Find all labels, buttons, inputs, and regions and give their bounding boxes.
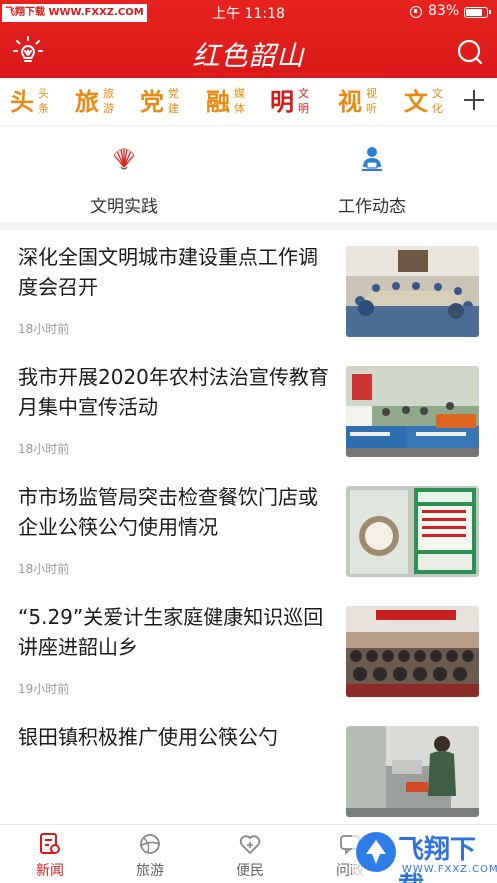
channel-tab-label: 文化	[432, 87, 443, 115]
channel-tab-label: 旅游	[103, 87, 114, 115]
channel-tab-glyph: 旅	[75, 87, 99, 116]
channel-tab-glyph: 明	[270, 87, 294, 116]
channel-tabs: 头头条旅旅游党党建融媒体明文明视视听文文化	[0, 78, 497, 126]
add-channel-icon[interactable]	[463, 89, 485, 111]
news-thumbnail	[346, 366, 479, 457]
globe-icon	[139, 834, 161, 854]
channel-tab-glyph: 融	[206, 87, 230, 116]
news-thumbnail	[346, 726, 479, 817]
channel-tab-glyph: 头	[10, 87, 34, 116]
nav-label: 旅游	[136, 863, 164, 879]
fan-logo-icon	[113, 148, 135, 170]
channel-tab[interactable]: 视视听	[338, 85, 384, 119]
channel-tab[interactable]: 旅旅游	[75, 85, 121, 119]
news-time: 18小时前	[18, 442, 70, 456]
news-thumbnail	[346, 246, 479, 337]
quick-entries: 文明实践 工作动态	[0, 126, 497, 230]
search-icon[interactable]	[457, 39, 483, 65]
channel-tab[interactable]: 融媒体	[206, 85, 252, 119]
heart-plus-icon	[239, 835, 261, 855]
quick-label: 工作动态	[338, 197, 406, 217]
watermark-logo-icon	[356, 832, 396, 872]
news-title: 深化全国文明城市建设重点工作调度会召开	[18, 245, 318, 299]
quick-label: 文明实践	[90, 197, 158, 217]
battery-icon	[464, 7, 491, 18]
news-item[interactable]: “5.29”关爱计生家庭健康知识巡回讲座进韶山乡 19小时前	[0, 592, 497, 712]
quick-item-work-updates[interactable]: 工作动态	[248, 126, 496, 222]
channel-tab-label: 党建	[168, 87, 179, 115]
news-title: “5.29”关爱计生家庭健康知识巡回讲座进韶山乡	[18, 605, 324, 659]
news-thumbnail	[346, 606, 479, 697]
quick-item-civilization-practice[interactable]: 文明实践	[0, 126, 248, 222]
channel-tab-label: 媒体	[234, 87, 245, 115]
nav-travel[interactable]: 旅游	[100, 825, 200, 883]
header: 飞翔下载 WWW.FXXZ.COM 上午 11:18 83% 红色韶山	[0, 0, 497, 78]
news-item[interactable]: 我市开展2020年农村法治宣传教育月集中宣传活动 18小时前	[0, 352, 497, 472]
channel-tab-label: 头条	[38, 87, 49, 115]
status-time: 上午 11:18	[212, 6, 285, 22]
person-desk-icon	[362, 147, 382, 171]
channel-tab-glyph: 视	[338, 87, 362, 116]
channel-tab[interactable]: 党党建	[140, 85, 186, 119]
rotation-lock-icon	[410, 6, 422, 18]
news-item[interactable]: 银田镇积极推广使用公筷公勺	[0, 712, 497, 832]
channel-tab[interactable]: 头头条	[10, 85, 56, 119]
app-bar: 红色韶山	[0, 26, 497, 78]
nav-label: 新闻	[36, 863, 64, 879]
channel-tab-glyph: 文	[404, 87, 428, 116]
news-icon	[40, 833, 60, 854]
news-thumbnail	[346, 486, 479, 577]
news-time: 18小时前	[18, 562, 70, 576]
channel-tab-label: 文明	[298, 87, 309, 115]
watermark-url: WWW.FXXZ.COM	[402, 864, 497, 875]
news-item[interactable]: 深化全国文明城市建设重点工作调度会召开 18小时前	[0, 232, 497, 352]
channel-tab-label: 视听	[366, 87, 377, 115]
nav-services[interactable]: 便民	[200, 825, 300, 883]
channel-tab[interactable]: 明文明	[270, 85, 316, 119]
channel-tab[interactable]: 文文化	[404, 85, 450, 119]
app-logo: 红色韶山	[192, 41, 305, 72]
news-time: 19小时前	[18, 682, 70, 696]
news-title: 我市开展2020年农村法治宣传教育月集中宣传活动	[18, 365, 329, 419]
channel-tab-glyph: 党	[140, 87, 164, 116]
news-item[interactable]: 市市场监管局突击检查餐饮门店或企业公筷公勺使用情况 18小时前	[0, 472, 497, 592]
corner-watermark: 飞翔下载 WWW.FXXZ.COM	[352, 826, 497, 883]
news-title: 银田镇积极推广使用公筷公勺	[18, 725, 278, 749]
news-title: 市市场监管局突击检查餐饮门店或企业公筷公勺使用情况	[18, 485, 318, 539]
nav-news[interactable]: 新闻	[0, 825, 100, 883]
nav-label: 便民	[236, 863, 264, 879]
battery-percent: 83%	[428, 3, 460, 19]
news-time: 18小时前	[18, 322, 70, 336]
status-bar: 飞翔下载 WWW.FXXZ.COM 上午 11:18 83%	[0, 0, 497, 26]
